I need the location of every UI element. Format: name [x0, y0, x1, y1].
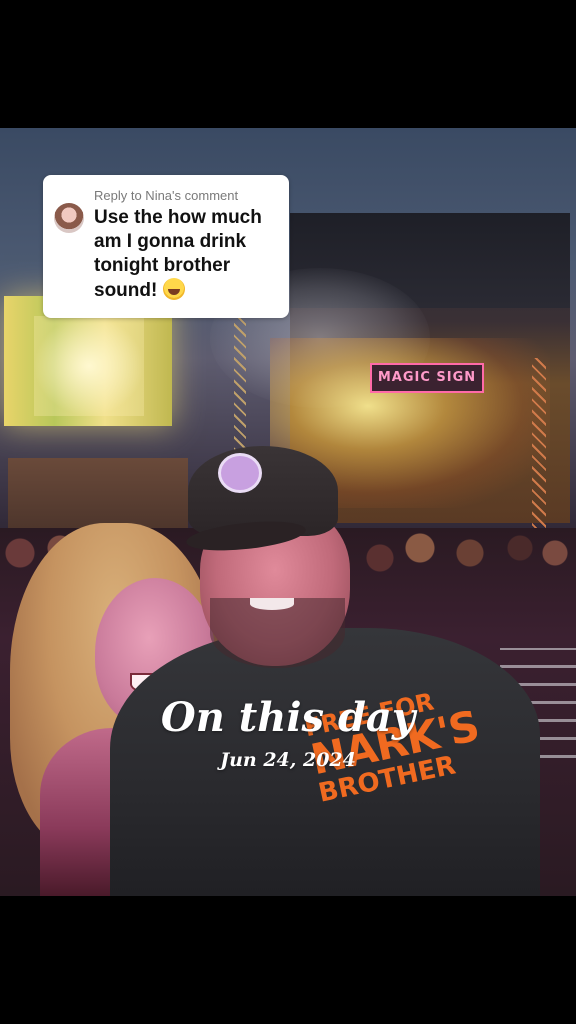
truss-right [532, 358, 546, 548]
commenter-avatar [54, 203, 84, 233]
cap-logo-icon [218, 453, 262, 493]
reply-header: Reply to Nina's comment [94, 188, 239, 203]
memory-date: Jun 24, 2024 [220, 749, 356, 771]
reply-comment-text: Use the how much am I gonna drink tonigh… [94, 206, 282, 303]
man-smile [250, 598, 294, 610]
tent [8, 458, 188, 528]
laughing-emoji-icon [162, 278, 185, 300]
stage-sign: MAGIC SIGN [370, 363, 484, 393]
memory-title: On this day [160, 694, 416, 741]
reply-comment-card[interactable]: Reply to Nina's comment Use the how much… [43, 175, 289, 318]
